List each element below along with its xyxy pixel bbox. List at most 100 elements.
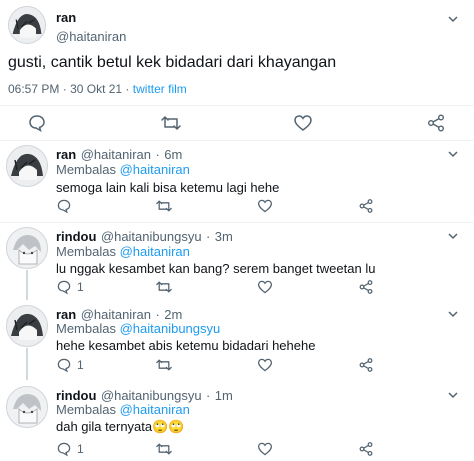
retweet-button[interactable] — [155, 357, 173, 373]
actions-divider — [0, 140, 474, 141]
heart-icon — [257, 442, 273, 456]
reply-text: hehe kesambet abis ketemu bidadari heheh… — [56, 338, 316, 353]
metadata-divider — [0, 105, 474, 106]
avatar-illustration-icon — [7, 387, 47, 427]
avatar-ran[interactable] — [8, 6, 46, 44]
avatar-ran[interactable] — [6, 145, 48, 187]
retweet-button[interactable] — [155, 279, 173, 295]
share-icon — [359, 358, 373, 372]
reply-age[interactable]: 2m — [164, 307, 182, 322]
tweet-text: gusti, cantik betul kek bidadari dari kh… — [8, 54, 337, 71]
replying-to-mention[interactable]: @haitanibungsyu — [120, 321, 221, 336]
reply-author-name[interactable]: ran — [56, 147, 76, 162]
share-icon — [359, 442, 373, 456]
share-button[interactable] — [426, 113, 446, 133]
avatar-rindou[interactable] — [6, 227, 48, 269]
retweet-icon — [156, 359, 172, 371]
reply-divider — [0, 222, 474, 223]
retweet-button[interactable] — [160, 113, 182, 133]
comment-icon — [29, 115, 45, 133]
heart-icon — [257, 358, 273, 372]
tweet-source-link[interactable]: twitter film — [133, 82, 187, 96]
more-options-icon[interactable] — [446, 388, 460, 402]
reply-count: 1 — [77, 358, 84, 372]
author-handle[interactable]: @haitaniran — [56, 29, 126, 44]
reply-count: 1 — [77, 280, 84, 294]
comment-icon — [57, 358, 71, 373]
reply-author-name[interactable]: ran — [56, 307, 76, 322]
replying-to-mention[interactable]: @haitaniran — [120, 244, 190, 259]
reply-age[interactable]: 3m — [215, 229, 233, 244]
replying-to-label: Membalas — [56, 321, 116, 336]
reply-button[interactable]: 1 — [56, 441, 84, 457]
thread-connector — [26, 270, 28, 300]
header-separator: · — [155, 147, 160, 162]
header-separator: · — [206, 229, 211, 244]
more-options-icon[interactable] — [446, 147, 460, 161]
like-button[interactable] — [257, 441, 273, 457]
reply-author-name[interactable]: rindou — [56, 229, 96, 244]
avatar-illustration-icon — [7, 306, 47, 346]
reply-text: semoga lain kali bisa ketemu lagi hehe — [56, 180, 280, 195]
reply-button[interactable] — [27, 113, 47, 133]
reply-author-handle[interactable]: @haitanibungsyu — [101, 388, 202, 403]
comment-icon — [57, 280, 71, 295]
retweet-button[interactable] — [155, 198, 173, 214]
avatar-illustration-icon — [9, 7, 45, 43]
replying-to-label: Membalas — [56, 402, 116, 417]
more-options-icon[interactable] — [446, 229, 460, 243]
tweet-time[interactable]: 06:57 PM — [8, 82, 59, 96]
replying-to: Membalas @haitanibungsyu — [56, 321, 220, 336]
tweet-date[interactable]: 30 Okt 21 — [70, 82, 122, 96]
reply-count: 1 — [77, 442, 84, 456]
replying-to-label: Membalas — [56, 162, 116, 177]
retweet-icon — [156, 443, 172, 455]
retweet-icon — [156, 200, 172, 212]
retweet-icon — [161, 116, 181, 130]
more-options-icon[interactable] — [446, 12, 460, 26]
meta-separator: · — [125, 82, 130, 96]
replying-to: Membalas @haitaniran — [56, 402, 190, 417]
like-button[interactable] — [257, 279, 273, 295]
replying-to: Membalas @haitaniran — [56, 244, 190, 259]
avatar-illustration-icon — [7, 146, 47, 186]
author-name[interactable]: ran — [56, 10, 76, 25]
heart-icon — [294, 115, 312, 131]
share-icon — [428, 114, 444, 132]
reply-button[interactable]: 1 — [56, 279, 84, 295]
share-button[interactable] — [358, 198, 374, 214]
replying-to: Membalas @haitaniran — [56, 162, 190, 177]
meta-separator: · — [62, 82, 67, 96]
like-button[interactable] — [257, 198, 273, 214]
comment-icon — [57, 442, 71, 457]
reply-age[interactable]: 6m — [164, 147, 182, 162]
comment-icon — [57, 199, 71, 214]
heart-icon — [257, 199, 273, 213]
reply-text: dah gila ternyata🙄🙄 — [56, 419, 185, 434]
replying-to-label: Membalas — [56, 244, 116, 259]
tweet-metadata: 06:57 PM · 30 Okt 21 · twitter film — [8, 82, 187, 96]
like-button[interactable] — [257, 357, 273, 373]
share-button[interactable] — [358, 279, 374, 295]
more-options-icon[interactable] — [446, 307, 460, 321]
avatar-rindou[interactable] — [6, 386, 48, 428]
replying-to-mention[interactable]: @haitaniran — [120, 162, 190, 177]
reply-author-handle[interactable]: @haitaniran — [81, 147, 151, 162]
retweet-button[interactable] — [155, 441, 173, 457]
heart-icon — [257, 280, 273, 294]
retweet-icon — [156, 281, 172, 293]
reply-author-name[interactable]: rindou — [56, 388, 96, 403]
header-separator: · — [155, 307, 160, 322]
reply-author-handle[interactable]: @haitanibungsyu — [101, 229, 202, 244]
share-button[interactable] — [358, 441, 374, 457]
reply-author-handle[interactable]: @haitaniran — [81, 307, 151, 322]
like-button[interactable] — [293, 113, 313, 133]
reply-button[interactable] — [56, 198, 77, 214]
avatar-ran[interactable] — [6, 305, 48, 347]
share-button[interactable] — [358, 357, 374, 373]
replying-to-mention[interactable]: @haitaniran — [120, 402, 190, 417]
reply-button[interactable]: 1 — [56, 357, 84, 373]
reply-age[interactable]: 1m — [215, 388, 233, 403]
share-icon — [359, 199, 373, 213]
share-icon — [359, 280, 373, 294]
